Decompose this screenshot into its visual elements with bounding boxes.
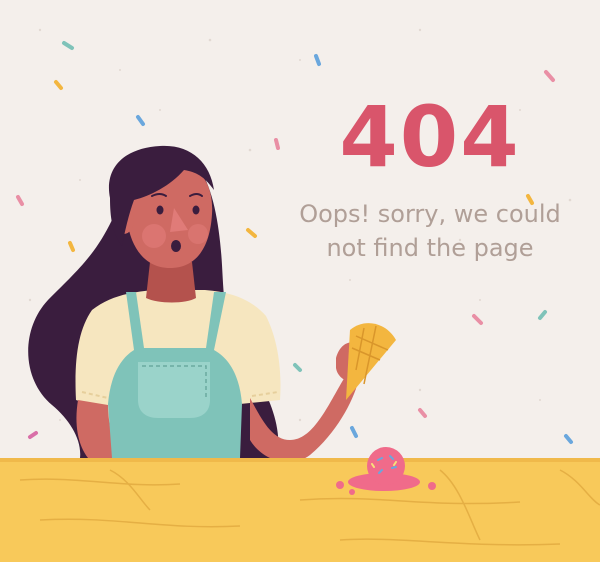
confetti-piece — [544, 70, 555, 82]
ice-cream-cone-icon — [346, 323, 396, 400]
confetti-piece — [54, 80, 63, 90]
confetti-piece — [68, 241, 75, 252]
wooden-table — [0, 458, 600, 562]
confetti-piece — [136, 115, 145, 126]
error-page: 404 Oops! sorry, we could not find the p… — [0, 0, 600, 562]
confetti-piece — [418, 408, 427, 418]
confetti-piece — [16, 195, 24, 206]
neck — [146, 262, 196, 303]
error-code: 404 — [339, 88, 521, 186]
error-message-line: not find the page — [326, 234, 534, 262]
confetti-piece — [538, 310, 547, 320]
confetti-piece — [350, 426, 358, 438]
error-message: Oops! sorry, we could not find the page — [270, 197, 590, 265]
confetti-piece — [274, 138, 280, 150]
eye-right — [192, 205, 200, 215]
confetti-piece — [28, 431, 38, 439]
confetti-piece — [293, 363, 302, 372]
mouth — [171, 240, 181, 252]
confetti-piece — [62, 41, 74, 50]
woman-character — [28, 145, 396, 463]
confetti-piece — [246, 228, 257, 238]
confetti-piece — [472, 314, 483, 325]
eye-left — [156, 205, 164, 215]
not-found-illustration — [0, 28, 600, 562]
confetti-piece — [564, 434, 573, 444]
apron-pocket — [138, 362, 210, 418]
cheek — [142, 224, 166, 248]
confetti-piece — [314, 54, 321, 66]
error-message-line: Oops! sorry, we could — [299, 200, 561, 228]
